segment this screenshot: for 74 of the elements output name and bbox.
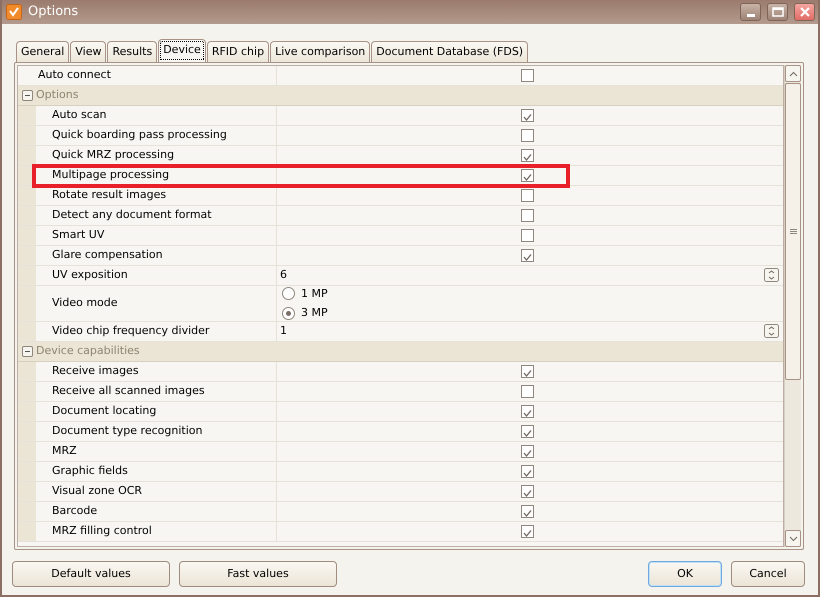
- radio-label: 1 MP: [301, 286, 328, 302]
- close-button[interactable]: [794, 3, 815, 21]
- property-label: UV exposition: [36, 266, 277, 285]
- checkbox[interactable]: [521, 209, 534, 222]
- property-label: MRZ: [36, 442, 277, 461]
- tab[interactable]: View: [70, 41, 106, 62]
- spin-icon[interactable]: [764, 268, 779, 282]
- checkbox[interactable]: [521, 405, 534, 418]
- property-label: Video mode: [36, 286, 277, 321]
- property-label: Receive all scanned images: [36, 382, 277, 401]
- dialog-button[interactable]: OK: [648, 561, 722, 587]
- group-label: Options: [36, 87, 78, 104]
- property-label: Multipage processing: [36, 166, 277, 185]
- checkbox[interactable]: [521, 525, 534, 538]
- maximize-button[interactable]: [767, 3, 788, 21]
- property-label: Auto scan: [36, 106, 277, 125]
- dialog-button[interactable]: Cancel: [731, 561, 805, 587]
- checkbox[interactable]: [521, 149, 534, 162]
- checkbox[interactable]: [521, 445, 534, 458]
- collapse-icon[interactable]: [22, 346, 33, 357]
- scroll-down-icon[interactable]: [785, 530, 801, 547]
- app-icon: [6, 4, 22, 20]
- dialog-button[interactable]: Fast values: [179, 561, 337, 587]
- checkbox[interactable]: [521, 365, 534, 378]
- checkbox[interactable]: [521, 189, 534, 202]
- property-label: Barcode: [36, 502, 277, 521]
- property-label: Document locating: [36, 402, 277, 421]
- checkbox[interactable]: [521, 129, 534, 142]
- property-label: Quick MRZ processing: [36, 146, 277, 165]
- checkbox[interactable]: [521, 505, 534, 518]
- maximize-icon: [772, 7, 784, 17]
- property-label: Smart UV: [36, 226, 277, 245]
- property-label: Visual zone OCR: [36, 482, 277, 501]
- property-label: Video chip frequency divider: [36, 322, 277, 341]
- property-label: MRZ filling control: [36, 522, 277, 541]
- checkbox[interactable]: [521, 69, 534, 82]
- property-value[interactable]: 6: [280, 267, 287, 284]
- checkbox[interactable]: [521, 465, 534, 478]
- checkbox[interactable]: [521, 425, 534, 438]
- property-label: Rotate result images: [36, 186, 277, 205]
- scrollbar[interactable]: [784, 65, 801, 547]
- collapse-icon[interactable]: [22, 90, 33, 101]
- checkbox[interactable]: [521, 109, 534, 122]
- checkbox[interactable]: [521, 485, 534, 498]
- property-label: Document type recognition: [36, 422, 277, 441]
- dialog-button[interactable]: Default values: [12, 561, 170, 587]
- checkbox[interactable]: [521, 249, 534, 262]
- property-label: Glare compensation: [36, 246, 277, 265]
- tab[interactable]: Device: [158, 39, 206, 62]
- tab[interactable]: Results: [107, 41, 158, 62]
- scroll-thumb[interactable]: [785, 83, 801, 380]
- property-value[interactable]: 1: [280, 323, 287, 340]
- minimize-icon: [746, 14, 754, 17]
- radio-button[interactable]: [282, 287, 295, 300]
- checkbox[interactable]: [521, 385, 534, 398]
- tab[interactable]: General: [16, 41, 70, 62]
- window-title: Options: [28, 3, 80, 22]
- property-label: Graphic fields: [36, 462, 277, 481]
- tab[interactable]: RFID chip: [206, 41, 270, 62]
- close-icon: [798, 6, 810, 18]
- radio-button[interactable]: [282, 306, 295, 320]
- radio-label: 3 MP: [301, 305, 328, 321]
- property-label: Quick boarding pass processing: [36, 126, 277, 145]
- tab[interactable]: Live comparison: [270, 41, 370, 62]
- checkbox[interactable]: [521, 169, 534, 182]
- scroll-up-icon[interactable]: [785, 65, 801, 82]
- property-label: Receive images: [36, 362, 277, 381]
- tab[interactable]: Document Database (FDS): [371, 41, 528, 62]
- minimize-button[interactable]: [740, 3, 761, 21]
- checkbox[interactable]: [521, 229, 534, 242]
- group-label: Device capabilities: [36, 343, 140, 360]
- property-label: Auto connect: [18, 66, 277, 85]
- property-label: Detect any document format: [36, 206, 277, 225]
- spin-icon[interactable]: [764, 324, 779, 338]
